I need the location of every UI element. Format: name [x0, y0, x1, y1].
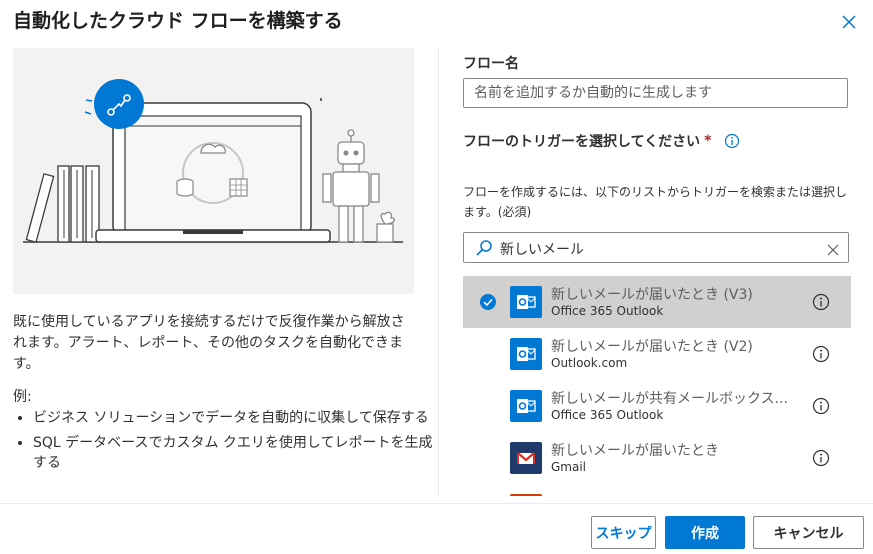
trigger-search-input[interactable]: 新しいメール [463, 232, 849, 263]
example-item: SQL データベースでカスタム クエリを使用してレポートを生成する [33, 433, 433, 473]
outlook-icon [510, 338, 542, 370]
info-icon[interactable] [812, 449, 830, 471]
info-icon[interactable] [812, 293, 830, 315]
info-icon[interactable] [812, 345, 830, 367]
trigger-row[interactable]: 新しいメールが届いたとき (V2) Outlook.com [463, 328, 851, 380]
trigger-help-text: フローを作成するには、以下のリストからトリガーを検索または選択します。(必須) [463, 185, 848, 219]
skip-button[interactable]: スキップ [591, 516, 656, 549]
outlook-icon [510, 286, 542, 318]
trigger-label-text: フローのトリガーを選択してください [463, 134, 701, 150]
trigger-connector: Outlook.com [551, 356, 628, 370]
trigger-connector: Office 365 Outlook [551, 304, 664, 318]
trigger-name: 新しいメールが届いたとき [551, 443, 719, 459]
trigger-name: 新しいメールが届いたとき (V3) [551, 287, 753, 303]
footer-divider [0, 503, 873, 504]
flow-name-input[interactable] [463, 78, 848, 108]
close-icon[interactable] [838, 11, 860, 33]
info-icon[interactable] [812, 397, 830, 419]
examples-list: ビジネス ソリューションでデータを自動的に収集して保存する SQL データベース… [13, 408, 433, 478]
trigger-name: 新しいメールが届いたとき (V2) [551, 339, 753, 355]
checkmark-icon [479, 293, 497, 315]
dialog-title: 自動化したクラウド フローを構築する [13, 10, 343, 32]
column-divider [438, 48, 439, 496]
outlook-icon [510, 390, 542, 422]
trigger-row-partial[interactable] [463, 484, 851, 496]
trigger-list: 新しいメールが届いたとき (V3) Office 365 Outlook 新しい… [463, 276, 851, 496]
trigger-row[interactable]: 新しいメールが共有メールボックス... Office 365 Outlook [463, 380, 851, 432]
cancel-button[interactable]: キャンセル [753, 516, 864, 549]
illustration [13, 48, 414, 294]
flow-name-label: フロー名 [463, 56, 519, 72]
required-mark: * [704, 133, 712, 149]
create-button[interactable]: 作成 [665, 516, 745, 549]
description-text: 既に使用しているアプリを接続するだけで反復作業から解放されます。アラート、レポー… [13, 314, 405, 372]
trigger-row[interactable]: 新しいメールが届いたとき (V3) Office 365 Outlook [463, 276, 851, 328]
clear-icon[interactable] [827, 241, 839, 260]
office-icon [510, 494, 542, 496]
search-value: 新しいメール [500, 242, 584, 258]
trigger-connector: Office 365 Outlook [551, 408, 664, 422]
example-item: ビジネス ソリューションでデータを自動的に収集して保存する [33, 408, 433, 428]
trigger-row[interactable]: 新しいメールが届いたとき Gmail [463, 432, 851, 484]
examples-label: 例: [13, 389, 32, 405]
info-icon[interactable] [724, 133, 740, 149]
gmail-icon [510, 442, 542, 474]
search-icon [475, 239, 493, 261]
trigger-name: 新しいメールが共有メールボックス... [551, 391, 788, 407]
trigger-connector: Gmail [551, 460, 587, 474]
trigger-label: フローのトリガーを選択してください * [463, 131, 740, 151]
